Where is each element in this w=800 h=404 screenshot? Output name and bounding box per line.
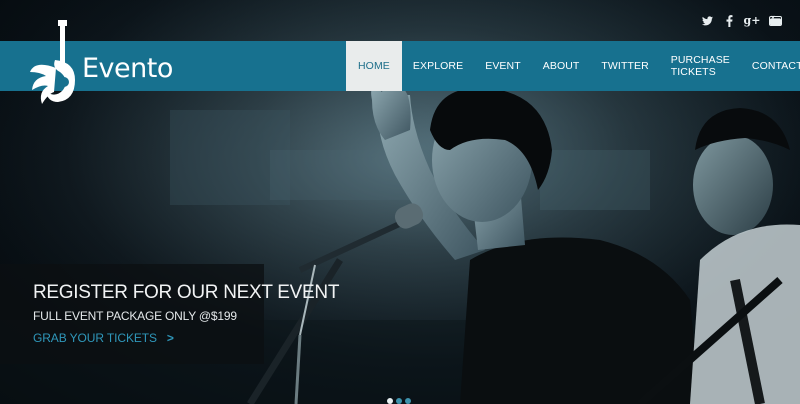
grab-tickets-link[interactable]: GRAB YOUR TICKETS >	[33, 331, 174, 345]
slider-dot-1[interactable]	[387, 398, 393, 404]
slider-dot-3[interactable]	[405, 398, 411, 404]
youtube-icon[interactable]	[769, 15, 782, 26]
brand-logo-link[interactable]: Evento	[0, 20, 173, 104]
brand-name: Evento	[82, 53, 173, 84]
facebook-icon[interactable]	[723, 14, 735, 27]
nav-item-twitter[interactable]: TWITTER	[590, 41, 659, 91]
nav-item-home[interactable]: HOME	[346, 41, 402, 91]
guitar-logo-icon	[30, 20, 75, 104]
slider-pagination	[387, 398, 411, 404]
social-links: g+	[701, 14, 782, 27]
googleplus-icon[interactable]: g+	[744, 14, 761, 27]
main-menu: HOME EXPLORE EVENT ABOUT TWITTER PURCHAS…	[346, 41, 800, 91]
hero-title: REGISTER FOR OUR NEXT EVENT	[33, 282, 340, 303]
hero-subtitle: FULL EVENT PACKAGE ONLY @$199	[33, 309, 237, 323]
nav-item-event[interactable]: EVENT	[474, 41, 532, 91]
slider-dot-2[interactable]	[396, 398, 402, 404]
twitter-icon[interactable]	[701, 14, 713, 27]
grab-tickets-label: GRAB YOUR TICKETS	[33, 331, 157, 345]
nav-item-contact[interactable]: CONTACT	[741, 41, 800, 91]
chevron-right-icon: >	[166, 331, 174, 345]
nav-item-about[interactable]: ABOUT	[532, 41, 591, 91]
hero-caption-box: REGISTER FOR OUR NEXT EVENT FULL EVENT P…	[0, 264, 339, 364]
nav-item-purchase-tickets[interactable]: PURCHASE TICKETS	[660, 41, 741, 91]
nav-item-explore[interactable]: EXPLORE	[402, 41, 474, 91]
